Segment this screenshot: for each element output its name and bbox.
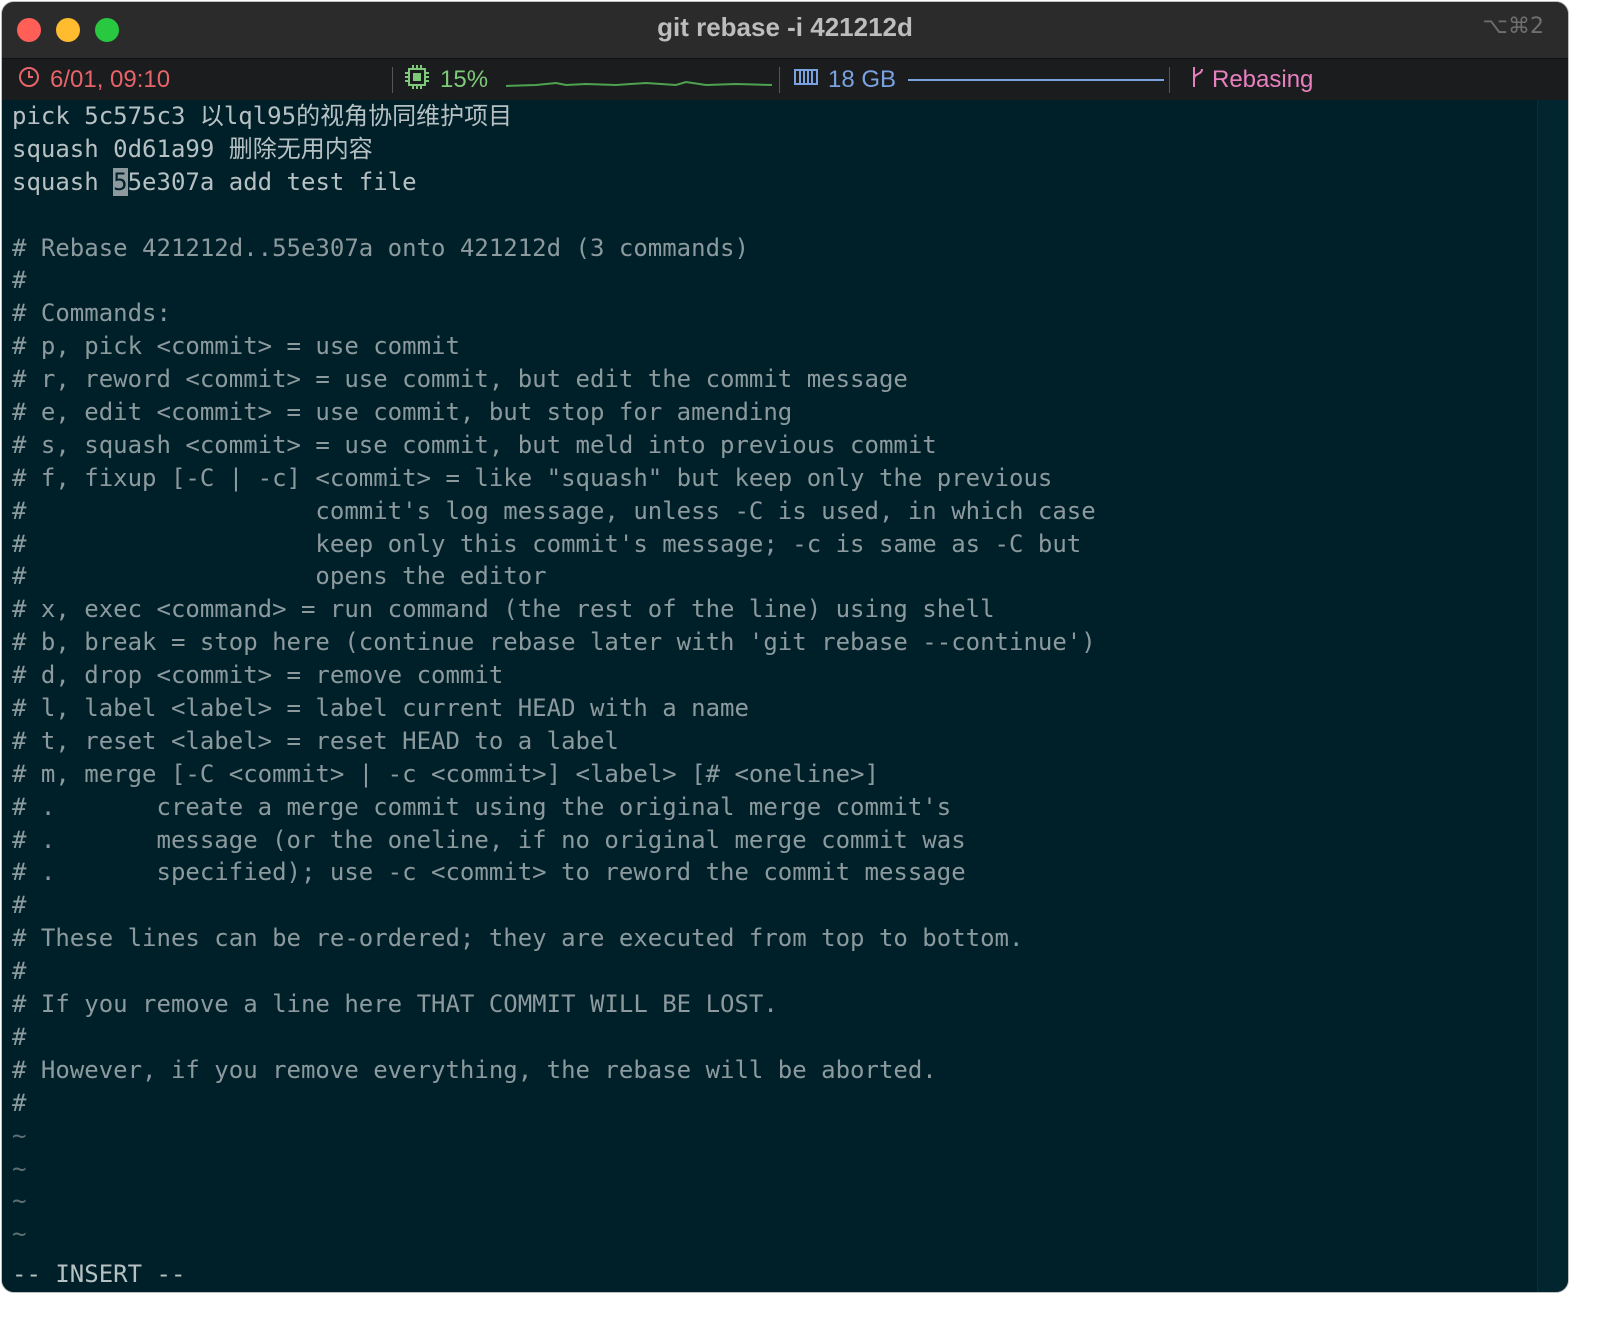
memory-segment: 18 GB — [794, 65, 1165, 95]
empty-line-marker: ~ — [12, 1121, 27, 1150]
editor-line: # These lines can be re-ordered; they ar… — [12, 924, 1024, 953]
divider — [1169, 67, 1170, 93]
empty-line-marker: ~ — [12, 1220, 27, 1249]
editor-line: # — [12, 957, 27, 986]
empty-line-marker: ~ — [12, 1187, 27, 1216]
empty-line-marker: ~ — [12, 1154, 27, 1183]
memory-usage-text: 18 GB — [828, 66, 897, 93]
editor-line: # . specified); use -c <commit> to rewor… — [12, 858, 966, 887]
cpu-graph — [506, 80, 773, 87]
editor-line: # However, if you remove everything, the… — [12, 1055, 937, 1084]
memory-graph — [908, 79, 1165, 81]
git-status-text: Rebasing — [1212, 66, 1314, 93]
datetime-text: 6/01, 09:10 — [50, 66, 171, 93]
text-cursor: 5 — [113, 167, 128, 196]
editor-line: # m, merge [-C <commit> | -c <commit>] <… — [12, 759, 879, 788]
editor-line: # l, label <label> = label current HEAD … — [12, 694, 749, 723]
editor-line: # p, pick <commit> = use commit — [12, 332, 460, 361]
cpu-icon — [404, 64, 430, 97]
clock-icon — [18, 66, 40, 95]
editor-line: # . create a merge commit using the orig… — [12, 792, 952, 821]
editor-line: # Rebase 421212d..55e307a onto 421212d (… — [12, 233, 749, 262]
memory-icon — [794, 66, 818, 94]
editor-line: # f, fixup [-C | -c] <commit> = like "sq… — [12, 463, 1053, 492]
editor-line: # r, reword <commit> = use commit, but e… — [12, 365, 908, 394]
git-segment: Rebasing — [1190, 65, 1313, 95]
title-bar: git rebase -i 421212d ⌥⌘2 — [2, 2, 1568, 59]
git-branch-icon — [1190, 65, 1206, 96]
editor-line: # — [12, 266, 27, 295]
editor-line: # commit's log message, unless -C is use… — [12, 496, 1096, 525]
editor-line: # x, exec <command> = run command (the r… — [12, 595, 995, 624]
editor-line: # — [12, 1022, 27, 1051]
cpu-usage-text: 15% — [440, 66, 489, 93]
editor-line: # Commands: — [12, 299, 171, 328]
clock-segment: 6/01, 09:10 — [18, 65, 170, 95]
editor-line: # s, squash <commit> = use commit, but m… — [12, 430, 937, 459]
editor-line: # — [12, 1088, 27, 1117]
vim-mode-indicator: -- INSERT -- — [12, 1260, 186, 1288]
editor-line: pick 5c575c3 以lql95的视角协同维护项目 — [12, 102, 513, 130]
editor-line: # . message (or the oneline, if no origi… — [12, 825, 966, 854]
editor-line-cursor: squash 55e307a add test file — [12, 167, 417, 196]
editor-line: squash 0d61a99 删除无用内容 — [12, 134, 373, 163]
editor-line: # — [12, 891, 27, 920]
scrollbar[interactable] — [1537, 100, 1568, 1292]
divider — [392, 67, 393, 93]
editor-line: # e, edit <commit> = use commit, but sto… — [12, 398, 793, 427]
editor-line: # If you remove a line here THAT COMMIT … — [12, 990, 778, 1019]
divider — [779, 67, 780, 93]
editor-line: # keep only this commit's message; -c is… — [12, 529, 1082, 558]
editor-line: # d, drop <commit> = remove commit — [12, 661, 504, 690]
terminal-window: git rebase -i 421212d ⌥⌘2 6/01, 09:10 15… — [2, 2, 1568, 1292]
editor-line: # opens the editor — [12, 562, 547, 591]
editor-line: # t, reset <label> = reset HEAD to a lab… — [12, 726, 619, 755]
editor-buffer[interactable]: pick 5c575c3 以lql95的视角协同维护项目 squash 0d61… — [2, 100, 1537, 1292]
cpu-segment: 15% — [404, 64, 773, 97]
window-title: git rebase -i 421212d — [657, 12, 913, 42]
status-bar: 6/01, 09:10 15% 18 GB Rebasing — [2, 59, 1568, 100]
window-shortcut: ⌥⌘2 — [1482, 14, 1544, 39]
editor-line: # b, break = stop here (continue rebase … — [12, 628, 1096, 657]
